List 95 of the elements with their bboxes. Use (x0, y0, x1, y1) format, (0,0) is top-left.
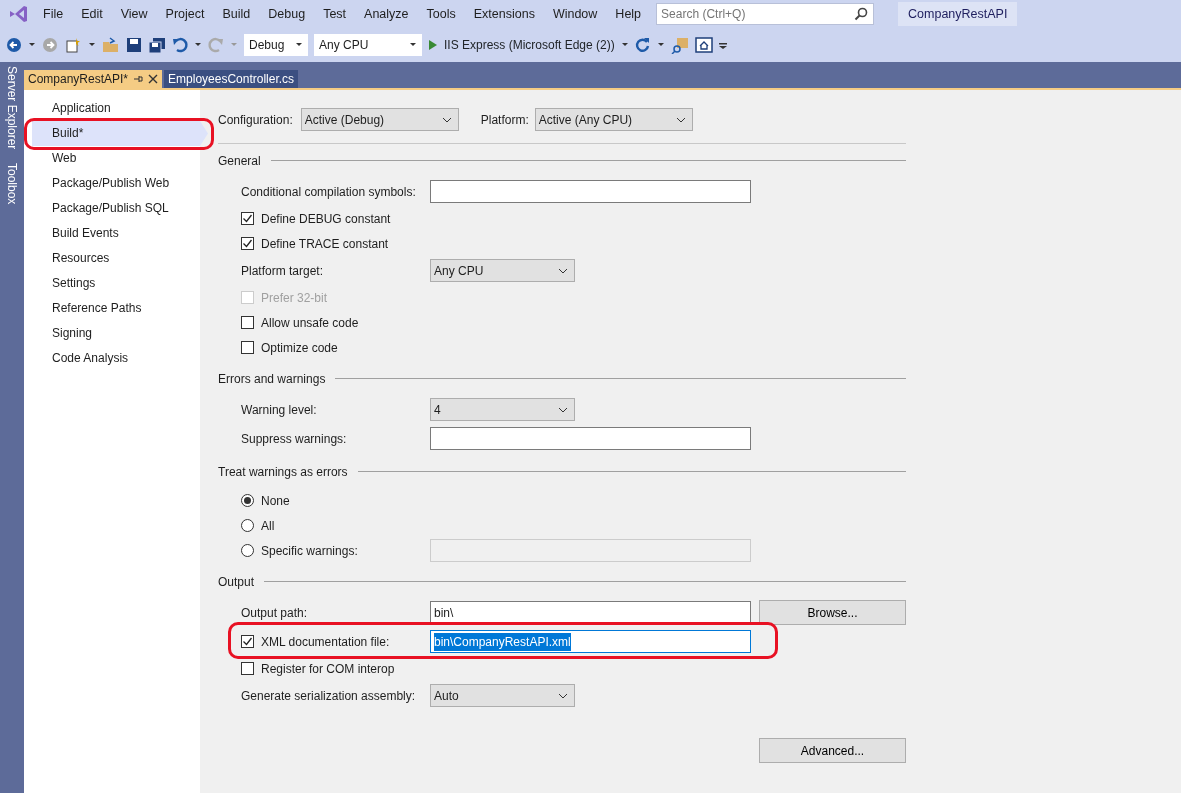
nav-item[interactable]: Code Analysis (32, 346, 200, 371)
checkbox[interactable] (241, 316, 254, 329)
menu-item[interactable]: Extensions (464, 4, 544, 24)
document-tab[interactable]: EmployeesController.cs (164, 70, 299, 88)
save-all-icon[interactable] (148, 37, 166, 53)
section-title: Errors and warnings (218, 370, 326, 388)
dropdown[interactable]: 4 (430, 398, 575, 421)
section-title: Output (218, 573, 255, 591)
nav-item[interactable]: Resources (32, 246, 200, 271)
platform-dropdown[interactable]: Any CPU (314, 34, 422, 56)
folder-icon[interactable] (102, 37, 120, 53)
pin-icon[interactable] (133, 74, 144, 84)
field-label: Suppress warnings: (241, 430, 348, 448)
dropdown-caret-icon (409, 41, 417, 49)
input-field[interactable] (430, 427, 751, 450)
menu-item[interactable]: File (34, 4, 73, 24)
radio-label: All (261, 517, 275, 535)
field-label: Conditional compilation symbols: (241, 183, 417, 201)
radio-button[interactable] (241, 544, 254, 557)
back-icon[interactable] (6, 37, 22, 53)
radio-button[interactable] (241, 519, 254, 532)
advanced-button[interactable]: Advanced... (759, 738, 906, 763)
menu-item[interactable]: Help (606, 4, 651, 24)
checkbox-label: Register for COM interop (261, 660, 395, 678)
input-field[interactable]: bin\CompanyRestAPI.xml (430, 630, 751, 653)
checkbox[interactable] (241, 341, 254, 354)
nav-item[interactable]: Build* (32, 121, 208, 146)
checkbox-label: XML documentation file: (261, 633, 390, 651)
checkbox-label: Define DEBUG constant (261, 210, 391, 228)
field-label: Warning level: (241, 401, 318, 419)
undo-icon[interactable] (172, 37, 188, 53)
input-field[interactable]: bin\ (430, 601, 751, 624)
new-item-icon[interactable] (64, 37, 82, 53)
menu-item[interactable]: Analyze (355, 4, 418, 24)
platform-dropdown[interactable]: Active (Any CPU) (534, 108, 693, 131)
checkbox-label: Allow unsafe code (261, 314, 359, 332)
checkbox[interactable] (241, 212, 254, 225)
nav-item[interactable]: Web (32, 146, 200, 171)
field-label: Platform target: (241, 262, 325, 280)
dropdown-caret-icon[interactable] (88, 41, 96, 49)
nav-item[interactable]: Build Events (32, 221, 200, 246)
field-label: Output path: (241, 604, 309, 622)
folder-search-icon[interactable] (670, 36, 689, 54)
checkbox[interactable] (241, 662, 254, 675)
dropdown-caret-icon[interactable] (620, 41, 629, 49)
dropdown-caret-icon[interactable] (656, 41, 665, 49)
dropdown-caret-icon (295, 41, 303, 49)
search-icon (854, 7, 869, 21)
search-field[interactable]: Search (Ctrl+Q) (656, 3, 875, 25)
input-field[interactable] (430, 180, 751, 203)
checkbox-label: Define TRACE constant (261, 235, 389, 253)
nav-item[interactable]: Application (32, 96, 200, 121)
section-title: Treat warnings as errors (218, 463, 348, 481)
field-label: Configuration: (218, 111, 293, 129)
checkbox-label: Prefer 32-bit (261, 289, 328, 307)
radio-label: Specific warnings: (261, 542, 358, 560)
menu-item[interactable]: Build (213, 4, 260, 24)
checkbox-label: Optimize code (261, 339, 338, 357)
browse-button[interactable]: Browse... (759, 600, 906, 625)
radio-label: None (261, 492, 290, 510)
radio-button[interactable] (241, 494, 254, 507)
section-title: General (218, 152, 261, 170)
menu-item[interactable]: Edit (72, 4, 112, 24)
menu-item[interactable]: Test (314, 4, 356, 24)
dropdown-caret-icon[interactable] (28, 41, 36, 49)
solution-title: CompanyRestAPI (898, 1, 1018, 27)
nav-item[interactable]: Reference Paths (32, 296, 200, 321)
close-icon[interactable] (148, 74, 159, 84)
menu-item[interactable]: Window (543, 4, 607, 24)
play-icon[interactable] (428, 39, 438, 51)
field-label: Platform: (480, 111, 529, 129)
dropdown[interactable]: Any CPU (430, 259, 575, 282)
nav-item[interactable]: Package/Publish Web (32, 171, 200, 196)
dropdown-caret-icon[interactable] (194, 41, 202, 49)
side-tab[interactable]: Server Explorer (3, 66, 21, 150)
overflow-icon[interactable] (718, 40, 727, 50)
run-button[interactable]: IIS Express (Microsoft Edge (2)) (444, 36, 615, 54)
menu-item[interactable]: View (111, 4, 157, 24)
field-label: Generate serialization assembly: (241, 687, 417, 705)
menu-item[interactable]: Project (156, 4, 214, 24)
home-window-icon[interactable] (694, 37, 713, 53)
side-tab[interactable]: Toolbox (3, 163, 21, 205)
nav-item[interactable]: Package/Publish SQL (32, 196, 200, 221)
menu-item[interactable]: Tools (417, 4, 465, 24)
refresh-icon[interactable] (634, 37, 651, 53)
document-tab[interactable]: CompanyRestAPI* (24, 70, 163, 88)
nav-item[interactable]: Signing (32, 321, 200, 346)
configuration-dropdown[interactable]: Debug (244, 34, 308, 56)
save-icon[interactable] (126, 37, 142, 53)
checkbox[interactable] (241, 635, 254, 648)
checkbox[interactable] (241, 237, 254, 250)
configuration-dropdown[interactable]: Active (Debug) (300, 108, 459, 131)
nav-item[interactable]: Settings (32, 271, 200, 296)
menu-item[interactable]: Debug (259, 4, 315, 24)
dropdown[interactable]: Auto (430, 684, 575, 707)
